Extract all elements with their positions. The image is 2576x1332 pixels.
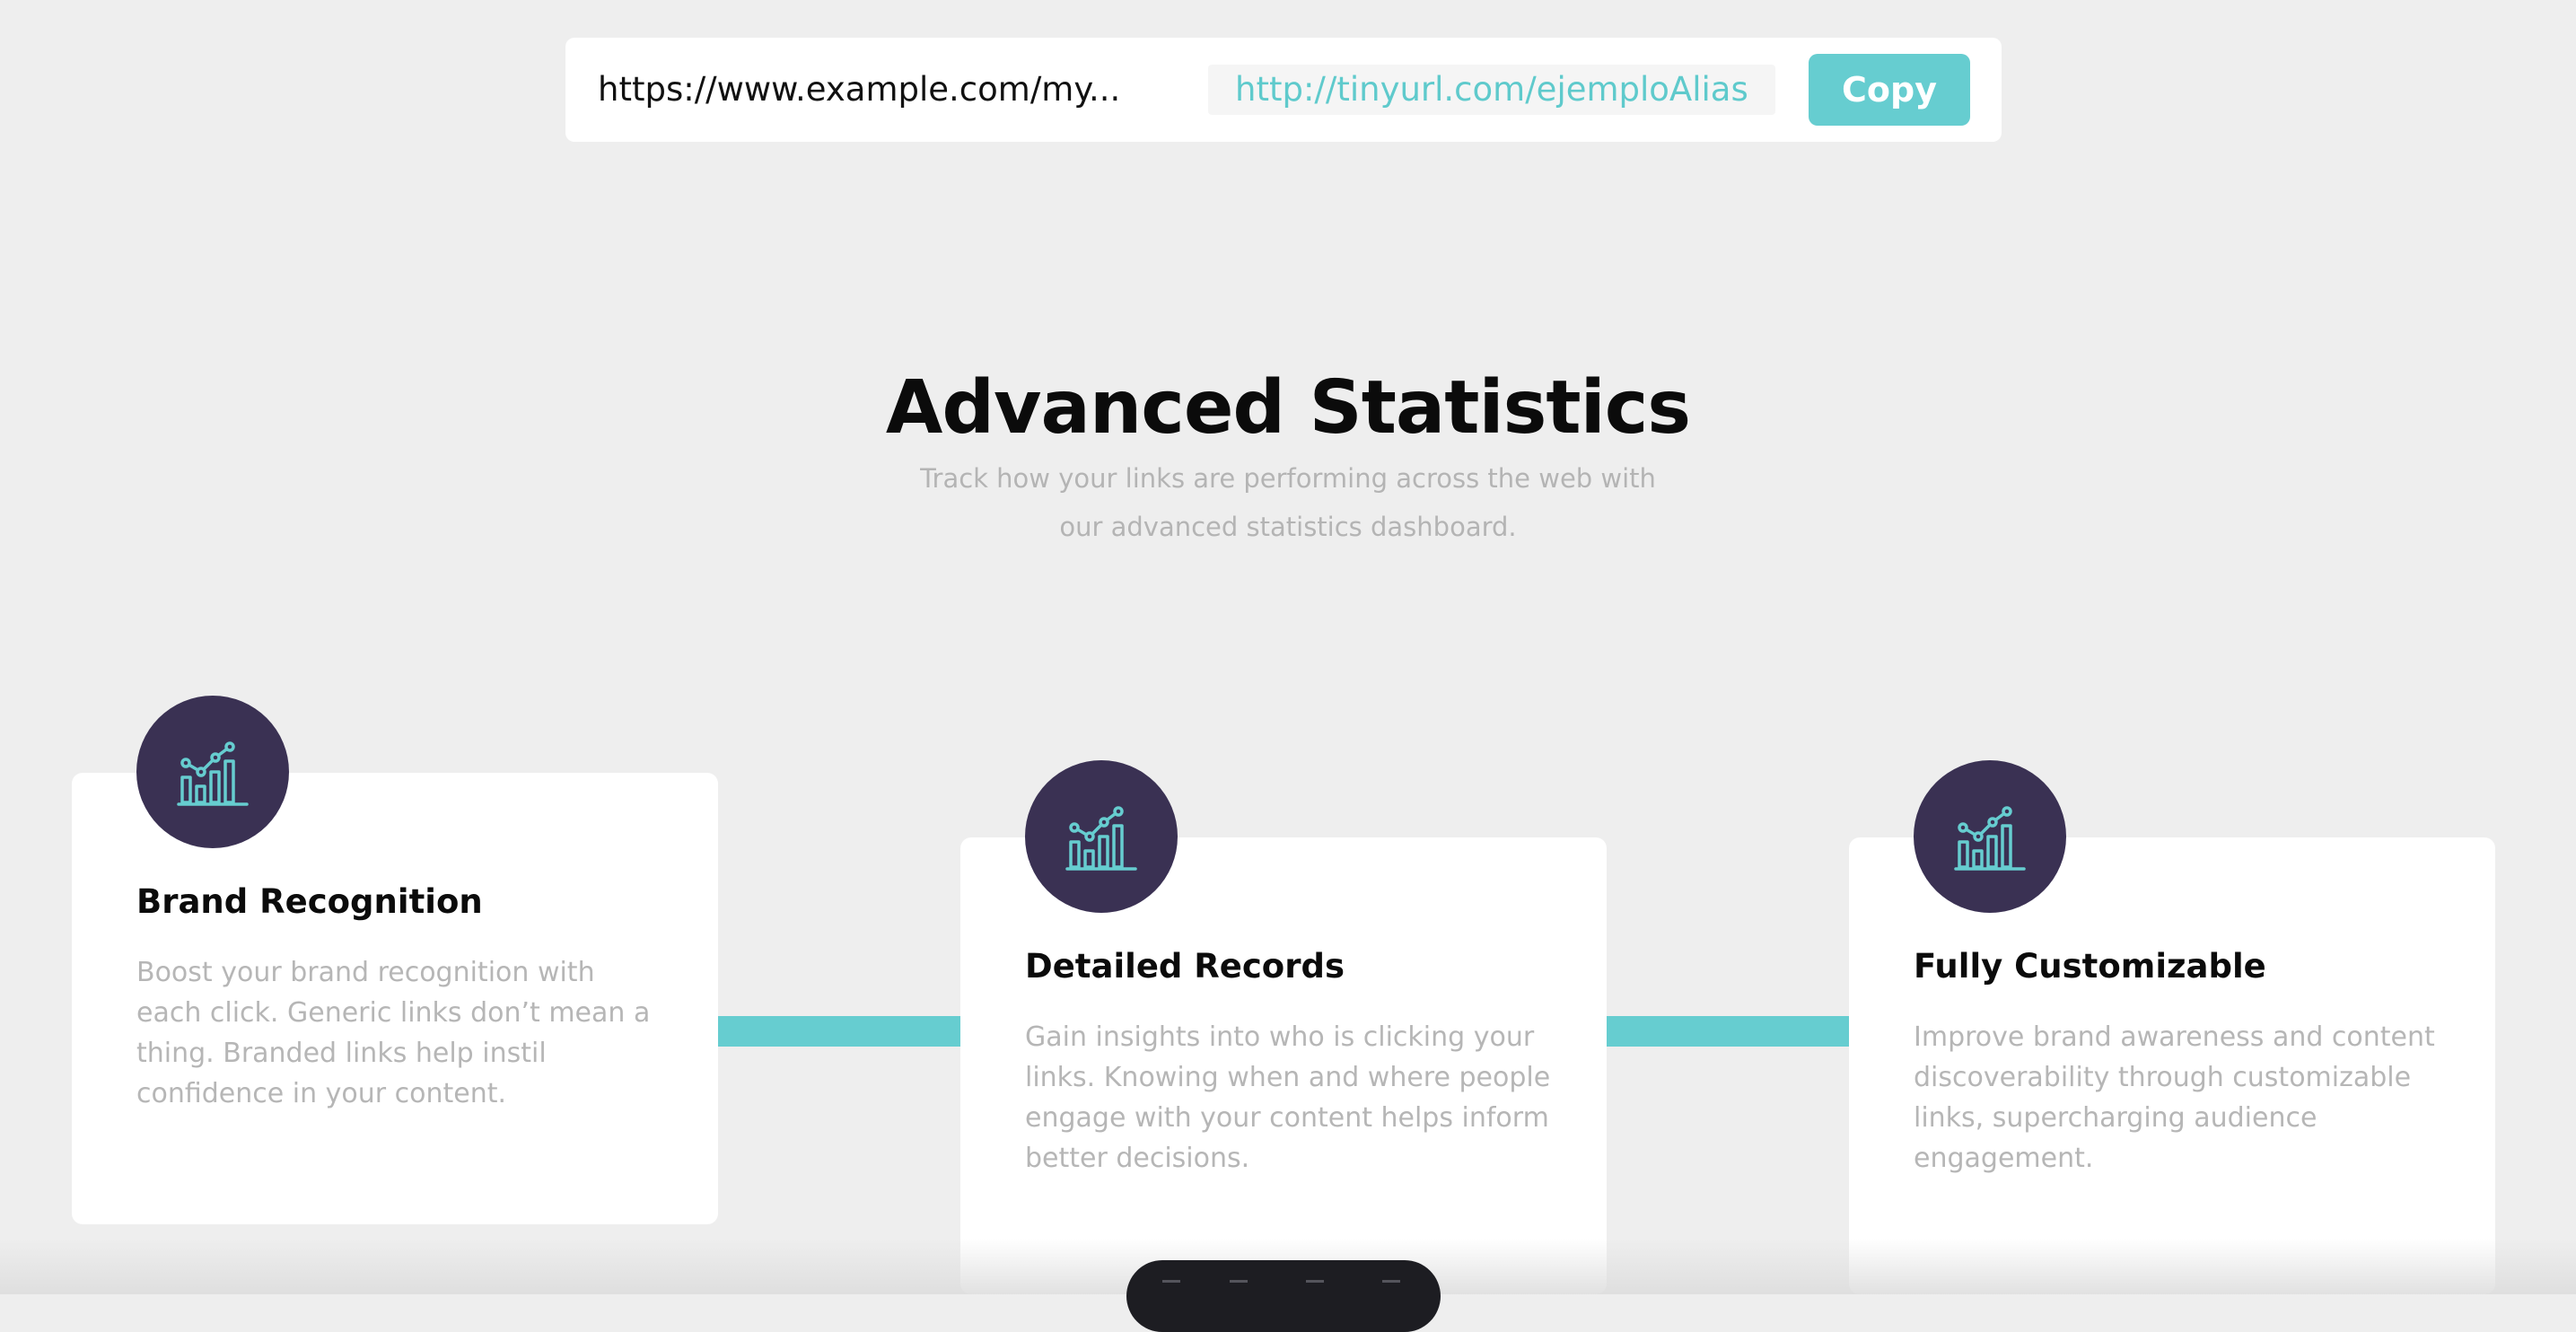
toolbar-icon[interactable] — [1306, 1280, 1324, 1295]
feature-card-brand-recognition: Brand Recognition Boost your brand recog… — [72, 696, 718, 1224]
feature-title: Fully Customizable — [1914, 947, 2266, 986]
feature-description: Boost your brand recognition with each c… — [136, 957, 651, 1109]
copy-button[interactable]: Copy — [1809, 54, 1970, 126]
feature-description: Gain insights into who is clicking your … — [1025, 1021, 1551, 1174]
feature-card-fully-customizable: Fully Customizable Improve brand awarene… — [1849, 760, 2495, 1294]
toolbar-icon[interactable] — [1230, 1280, 1248, 1295]
feature-title: Brand Recognition — [136, 882, 483, 921]
feature-card-detailed-records: Detailed Records Gain insights into who … — [960, 760, 1607, 1294]
card-connector-line — [718, 1016, 960, 1047]
feature-title: Detailed Records — [1025, 947, 1345, 986]
toolbar-icon[interactable] — [1382, 1280, 1400, 1295]
chart-icon — [1025, 760, 1178, 913]
section-title: Advanced Statistics — [885, 365, 1691, 451]
feature-description: Improve brand awareness and content disc… — [1914, 1021, 2435, 1174]
toolbar-icon[interactable] — [1162, 1280, 1180, 1295]
short-url-link[interactable]: http://tinyurl.com/ejemploAlias — [1208, 65, 1775, 115]
shortened-link-result: https://www.example.com/my... http://tin… — [565, 38, 2002, 142]
card-connector-line — [1607, 1016, 1849, 1047]
section-subtitle: Track how your links are performing acro… — [920, 463, 1656, 542]
original-url: https://www.example.com/my... — [598, 70, 1121, 109]
floating-toolbar[interactable] — [1126, 1260, 1441, 1332]
chart-icon — [136, 696, 289, 848]
chart-icon — [1914, 760, 2066, 913]
